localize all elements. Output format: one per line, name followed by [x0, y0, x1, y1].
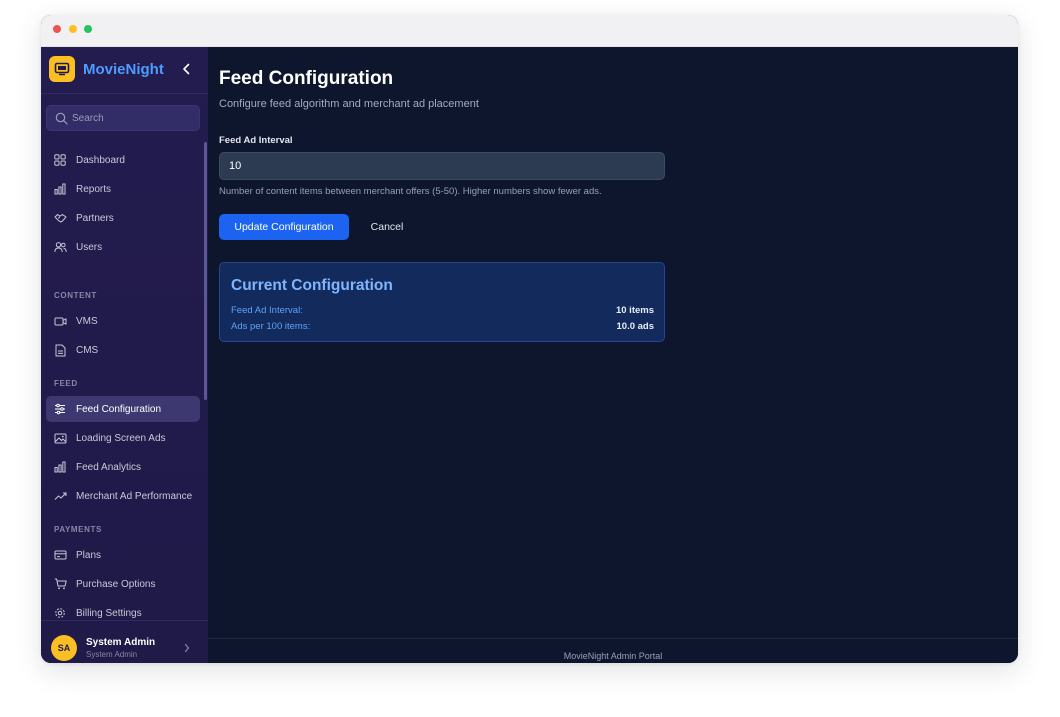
sidebar-item-label: VMS: [76, 315, 98, 327]
minimize-window-button[interactable]: [69, 25, 77, 33]
current-configuration-card: Current Configuration Feed Ad Interval: …: [219, 262, 665, 342]
section-label-payments: PAYMENTS: [54, 525, 102, 534]
sidebar-item-cms[interactable]: CMS: [46, 337, 200, 363]
user-role: System Admin: [86, 650, 138, 659]
bar-chart-icon: [53, 182, 67, 196]
brand-header: MovieNight: [41, 47, 208, 94]
feed-ad-interval-row-value: 10 items: [615, 305, 654, 316]
ads-per-100-row-value: 10.0 ads: [616, 321, 655, 332]
sidebar-item-plans[interactable]: Plans: [46, 542, 200, 568]
ads-per-100-row-label: Ads per 100 items:: [231, 321, 311, 332]
main-content: Feed Configuration Configure feed algori…: [208, 47, 1018, 663]
bar-chart-icon: [53, 460, 67, 474]
credit-card-icon: [53, 548, 67, 562]
sidebar-item-label: Purchase Options: [76, 578, 156, 590]
page-subtitle: Configure feed algorithm and merchant ad…: [219, 98, 479, 110]
image-icon: [53, 431, 67, 445]
users-icon: [53, 240, 67, 254]
section-label-content: CONTENT: [54, 291, 97, 300]
footer-text: MovieNight Admin Portal: [563, 651, 663, 661]
page-title: Feed Configuration: [219, 68, 394, 89]
sidebar-item-label: Partners: [76, 212, 114, 224]
video-icon: [53, 314, 67, 328]
close-window-button[interactable]: [53, 25, 61, 33]
feed-ad-interval-help: Number of content items between merchant…: [219, 186, 602, 197]
sidebar-scrollbar[interactable]: [204, 142, 207, 400]
feed-ad-interval-input[interactable]: [219, 152, 665, 180]
handshake-icon: [53, 211, 67, 225]
grid-icon: [53, 153, 67, 167]
sidebar-item-dashboard[interactable]: Dashboard: [46, 147, 200, 173]
document-icon: [53, 343, 67, 357]
section-label-feed: FEED: [54, 379, 78, 388]
sidebar-item-loading-screen-ads[interactable]: Loading Screen Ads: [46, 425, 200, 451]
avatar: SA: [51, 635, 77, 661]
sidebar-item-vms[interactable]: VMS: [46, 308, 200, 334]
app-name: MovieNight: [83, 61, 164, 78]
sidebar-item-feed-configuration[interactable]: Feed Configuration: [46, 396, 200, 422]
sidebar-item-label: Feed Analytics: [76, 461, 142, 473]
user-menu[interactable]: SA System Admin System Admin: [41, 620, 208, 663]
trending-up-icon: [53, 489, 67, 503]
page-footer: MovieNight Admin Portal: [208, 638, 1018, 663]
search-input[interactable]: [72, 110, 192, 127]
sidebar-item-label: Reports: [76, 183, 112, 195]
sidebar: MovieNight Dashboard Reports Partners Us…: [41, 47, 208, 663]
feed-ad-interval-row-label: Feed Ad Interval:: [231, 305, 303, 316]
sliders-icon: [53, 402, 67, 416]
sidebar-item-label: Loading Screen Ads: [76, 432, 166, 444]
maximize-window-button[interactable]: [84, 25, 92, 33]
sidebar-item-reports[interactable]: Reports: [46, 176, 200, 202]
chevron-left-icon: [183, 63, 190, 75]
sidebar-item-label: Feed Configuration: [76, 403, 162, 415]
collapse-sidebar-button[interactable]: [177, 59, 195, 79]
sidebar-item-partners[interactable]: Partners: [46, 205, 200, 231]
cancel-button[interactable]: Cancel: [361, 214, 413, 240]
sidebar-item-feed-analytics[interactable]: Feed Analytics: [46, 454, 200, 480]
sidebar-item-label: CMS: [76, 344, 99, 356]
search-icon: [55, 112, 68, 125]
sidebar-item-label: Plans: [76, 549, 102, 561]
tv-logo-icon: [49, 56, 75, 82]
app-window: MovieNight Dashboard Reports Partners Us…: [41, 15, 1018, 663]
window-titlebar: [41, 15, 1018, 47]
search-box: [46, 105, 200, 131]
cart-icon: [53, 577, 67, 591]
sidebar-item-label: Billing Settings: [76, 607, 142, 619]
sidebar-item-label: Merchant Ad Performance: [76, 490, 193, 502]
feed-ad-interval-label: Feed Ad Interval: [219, 135, 293, 146]
sidebar-item-label: Users: [76, 241, 103, 253]
sidebar-item-label: Dashboard: [76, 154, 125, 166]
sidebar-item-merchant-ad-performance[interactable]: Merchant Ad Performance: [46, 483, 200, 509]
user-name: System Admin: [86, 637, 156, 648]
sidebar-item-users[interactable]: Users: [46, 234, 200, 260]
chevron-right-icon: [184, 643, 190, 653]
settings-icon: [53, 606, 67, 620]
card-title: Current Configuration: [231, 277, 393, 294]
update-configuration-button[interactable]: Update Configuration: [219, 214, 349, 240]
sidebar-item-purchase-options[interactable]: Purchase Options: [46, 571, 200, 597]
